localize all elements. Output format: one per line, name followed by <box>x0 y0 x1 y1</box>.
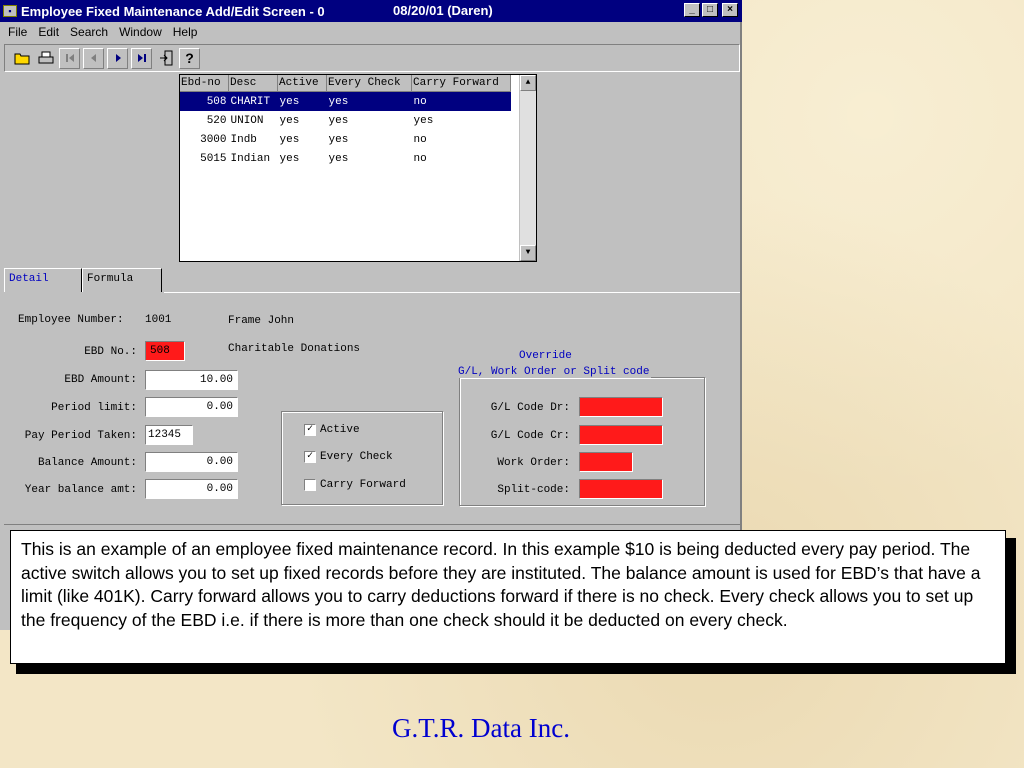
empty-checkbox-icon <box>304 479 316 491</box>
table-row[interactable]: 520 UNION yes yes yes <box>180 111 511 130</box>
work-order-field[interactable] <box>579 452 633 472</box>
app-icon: ▪ <box>3 5 17 17</box>
employee-number-value: 1001 <box>145 314 172 326</box>
carry-forward-checkbox[interactable]: Carry Forward <box>304 479 406 491</box>
window-date-user: 08/20/01 (Daren) <box>393 3 493 18</box>
cell-ebd-no: 520 <box>206 114 227 127</box>
tab-divider <box>164 292 740 293</box>
window-title: Employee Fixed Maintenance Add/Edit Scre… <box>21 3 325 19</box>
ebd-amount-field[interactable]: 10.00 <box>145 370 238 390</box>
period-limit-field[interactable]: 0.00 <box>145 397 238 417</box>
col-carry-forward[interactable]: Carry Forward <box>411 75 511 92</box>
tab-formula[interactable]: Formula <box>82 268 162 292</box>
year-balance-label: Year balance amt: <box>24 484 137 496</box>
open-folder-icon[interactable] <box>11 48 32 69</box>
ebd-amount-label: EBD Amount: <box>64 374 137 386</box>
table-row[interactable]: 508 CHARIT yes yes no <box>180 91 511 111</box>
scroll-down-icon[interactable]: ▼ <box>520 245 536 261</box>
split-code-label: Split-code: <box>497 484 570 496</box>
split-code-field[interactable] <box>579 479 663 499</box>
ebd-description: Charitable Donations <box>228 343 361 355</box>
pay-period-taken-field[interactable]: 12345 <box>145 425 193 445</box>
title-bar: ▪ Employee Fixed Maintenance Add/Edit Sc… <box>0 0 742 22</box>
gl-code-cr-label: G/L Code Cr: <box>490 430 570 442</box>
first-record-icon[interactable] <box>59 47 80 69</box>
work-order-label: Work Order: <box>497 457 570 469</box>
cell-active: yes <box>277 91 327 111</box>
cell-every-check: yes <box>326 91 412 111</box>
override-subtitle: G/L, Work Order or Split code <box>458 366 652 378</box>
detail-tabs: Detail Formula <box>4 268 162 292</box>
employee-name: Frame John <box>228 315 295 327</box>
cell-active: yes <box>279 114 300 127</box>
cell-active: yes <box>279 133 300 146</box>
toolbar: ? <box>4 44 740 72</box>
gl-code-dr-field[interactable] <box>579 397 663 417</box>
gl-code-cr-field[interactable] <box>579 425 663 445</box>
period-limit-label: Period limit: <box>51 402 137 414</box>
minimize-button[interactable]: _ <box>684 3 700 17</box>
gl-code-dr-label: G/L Code Dr: <box>490 402 570 414</box>
cell-carry-forward: no <box>411 91 511 111</box>
ebd-no-field[interactable]: 508 <box>145 341 185 361</box>
cell-desc: UNION <box>230 114 264 127</box>
cell-ebd-no: 3000 <box>200 133 227 146</box>
cell-ebd-no: 508 <box>180 91 229 111</box>
ebd-no-label: EBD No.: <box>84 346 137 358</box>
help-icon[interactable]: ? <box>179 47 200 69</box>
menu-window[interactable]: Window <box>119 25 162 39</box>
company-footer: G.T.R. Data Inc. <box>392 713 570 743</box>
menu-help[interactable]: Help <box>173 25 198 39</box>
col-every-check[interactable]: Every Check <box>326 75 412 92</box>
cell-every-check: yes <box>328 114 349 127</box>
next-record-icon[interactable] <box>107 47 128 69</box>
maximize-button[interactable]: □ <box>702 3 718 17</box>
carry-forward-label: Carry Forward <box>320 479 406 491</box>
cell-ebd-no: 5015 <box>200 152 227 165</box>
table-row[interactable]: 3000 Indb yes yes no <box>180 130 511 149</box>
pay-period-taken-label: Pay Period Taken: <box>24 430 137 442</box>
last-record-icon[interactable] <box>131 47 152 69</box>
print-icon[interactable] <box>35 48 56 69</box>
close-button[interactable]: × <box>722 3 738 17</box>
checkmark-icon: ✓ <box>304 424 316 436</box>
col-desc[interactable]: Desc <box>228 75 278 92</box>
grid-scrollbar[interactable]: ▲ ▼ <box>519 75 536 261</box>
cell-active: yes <box>279 152 300 165</box>
every-check-checkbox[interactable]: ✓ Every Check <box>304 451 393 463</box>
override-title: Override <box>519 350 572 362</box>
cell-desc: Indb <box>230 133 257 146</box>
flags-group: ✓ Active ✓ Every Check Carry Forward <box>281 411 443 505</box>
cell-carry-forward: yes <box>413 114 434 127</box>
cell-carry-forward: no <box>413 133 427 146</box>
checkmark-icon: ✓ <box>304 451 316 463</box>
cell-every-check: yes <box>328 133 349 146</box>
menu-file[interactable]: File <box>8 25 27 39</box>
previous-record-icon[interactable] <box>83 47 104 69</box>
year-balance-field[interactable]: 0.00 <box>145 479 238 499</box>
cell-every-check: yes <box>328 152 349 165</box>
cell-desc: Indian <box>230 152 271 165</box>
employee-number-label: Employee Number: <box>18 314 124 326</box>
balance-amount-field[interactable]: 0.00 <box>145 452 238 472</box>
ebd-grid[interactable]: Ebd-no Desc Active Every Check Carry For… <box>179 74 537 262</box>
cell-carry-forward: no <box>413 152 427 165</box>
every-check-label: Every Check <box>320 451 393 463</box>
active-label: Active <box>320 424 360 436</box>
active-checkbox[interactable]: ✓ Active <box>304 424 360 436</box>
window-controls: _ □ × <box>684 3 738 17</box>
exit-icon[interactable] <box>155 48 176 69</box>
menu-edit[interactable]: Edit <box>38 25 59 39</box>
col-active[interactable]: Active <box>277 75 327 92</box>
scroll-up-icon[interactable]: ▲ <box>520 75 536 91</box>
menu-bar: File Edit Search Window Help <box>0 22 740 42</box>
explanation-note: This is an example of an employee fixed … <box>10 530 1006 664</box>
tab-detail[interactable]: Detail <box>4 268 82 292</box>
table-row[interactable]: 5015 Indian yes yes no <box>180 149 511 168</box>
balance-amount-label: Balance Amount: <box>37 457 137 469</box>
cell-desc: CHARIT <box>228 91 278 111</box>
col-ebd-no[interactable]: Ebd-no <box>180 75 229 92</box>
menu-search[interactable]: Search <box>70 25 108 39</box>
